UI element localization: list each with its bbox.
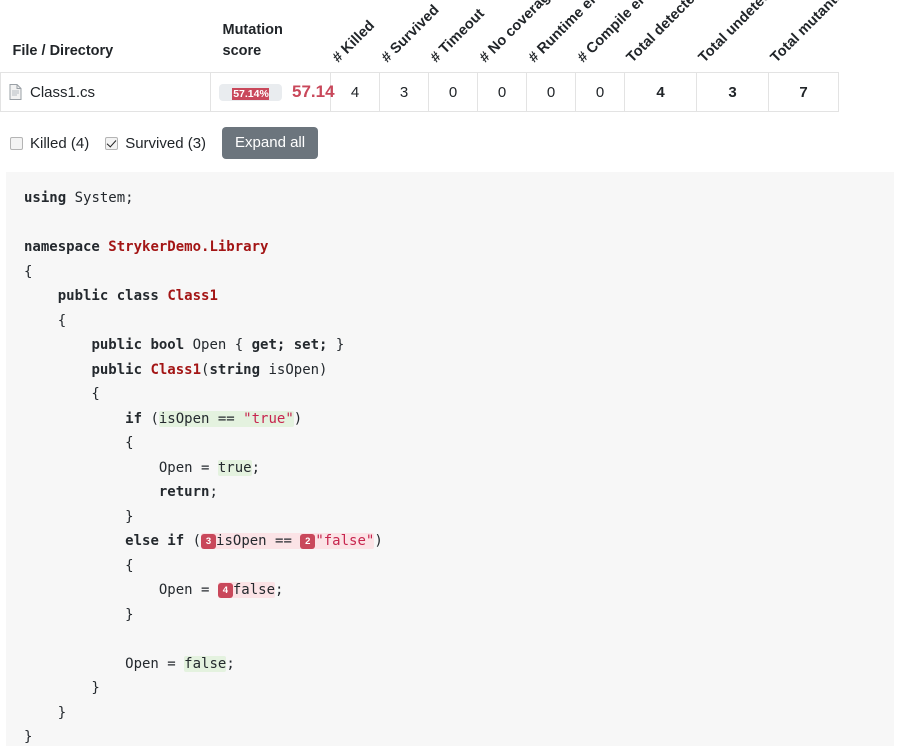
filter-killed-label: Killed (4) xyxy=(30,134,90,152)
column-header-total-mutants-label: Total mutants xyxy=(767,0,846,67)
cell-total-detected: 4 xyxy=(624,72,697,112)
filter-survived[interactable]: Survived (3) xyxy=(105,135,206,152)
column-header-killed-label: # Killed xyxy=(329,17,378,66)
column-header-total-mutants[interactable]: Total mutants xyxy=(767,0,846,73)
mutation-score-progress-fill: 57.14% xyxy=(232,87,269,100)
column-header-no-coverage[interactable]: # No coverage xyxy=(476,0,558,73)
cell-total-mutants: 7 xyxy=(768,72,839,112)
cell-survived: 3 xyxy=(379,72,429,112)
column-header-mutation-score-label: Mutation score xyxy=(222,21,283,59)
filter-killed[interactable]: Killed (4) xyxy=(10,135,89,152)
column-header-file-label: File / Directory xyxy=(12,42,114,59)
cell-runtime-errors: 0 xyxy=(526,72,576,112)
file-name: Class1.cs xyxy=(30,83,96,101)
source-code: using System; namespace StrykerDemo.Libr… xyxy=(24,190,383,745)
column-header-survived[interactable]: # Survived xyxy=(378,0,442,73)
filter-survived-label: Survived (3) xyxy=(125,134,207,152)
mutant-badge[interactable]: 2 xyxy=(300,533,316,549)
column-header-total-undetected[interactable]: Total undetected xyxy=(695,0,789,73)
column-header-timeout[interactable]: # Timeout xyxy=(427,0,487,73)
table-row[interactable]: Class1.cs 57.14% 57.14 4 3 0 0 0 0 4 3 7 xyxy=(0,72,839,112)
file-icon xyxy=(9,84,22,100)
cell-total-undetected: 3 xyxy=(696,72,769,112)
mutation-score-cell: 57.14% 57.14 xyxy=(210,72,335,112)
file-cell[interactable]: Class1.cs xyxy=(0,72,211,112)
mutant-badge[interactable]: 3 xyxy=(201,533,217,549)
table-body: Class1.cs 57.14% 57.14 4 3 0 0 0 0 4 3 7 xyxy=(0,72,839,112)
table-header: File / Directory Mutation score # Killed… xyxy=(1,0,846,73)
column-header-mutation-score[interactable]: Mutation score xyxy=(211,0,331,73)
column-header-compile-errors[interactable]: # Compile errors xyxy=(574,0,668,73)
column-header-total-detected-label: Total detected xyxy=(623,0,705,67)
mutation-score-progress: 57.14% xyxy=(219,83,282,101)
mutant-filter-bar: Killed (4) Survived (3) Expand all xyxy=(0,122,900,164)
filter-killed-checkbox[interactable] xyxy=(10,136,23,150)
source-code-panel[interactable]: using System; namespace StrykerDemo.Libr… xyxy=(6,172,894,746)
column-header-file[interactable]: File / Directory xyxy=(1,0,211,73)
mutant-badge[interactable]: 4 xyxy=(217,582,233,598)
mutation-score-value: 57.14 xyxy=(292,82,335,101)
filter-survived-checkbox[interactable] xyxy=(105,136,119,150)
cell-compile-errors: 0 xyxy=(575,72,625,112)
column-header-total-detected[interactable]: Total detected xyxy=(623,0,704,73)
cell-timeout: 0 xyxy=(428,72,478,112)
mutation-report-table: File / Directory Mutation score # Killed… xyxy=(0,0,900,112)
results-table: File / Directory Mutation score # Killed… xyxy=(0,0,846,112)
cell-no-coverage: 0 xyxy=(477,72,527,112)
table-header-row: File / Directory Mutation score # Killed… xyxy=(1,0,846,73)
column-header-runtime-errors[interactable]: # Runtime errors xyxy=(525,0,619,73)
column-header-killed[interactable]: # Killed xyxy=(329,0,380,73)
expand-all-button[interactable]: Expand all xyxy=(222,127,319,159)
